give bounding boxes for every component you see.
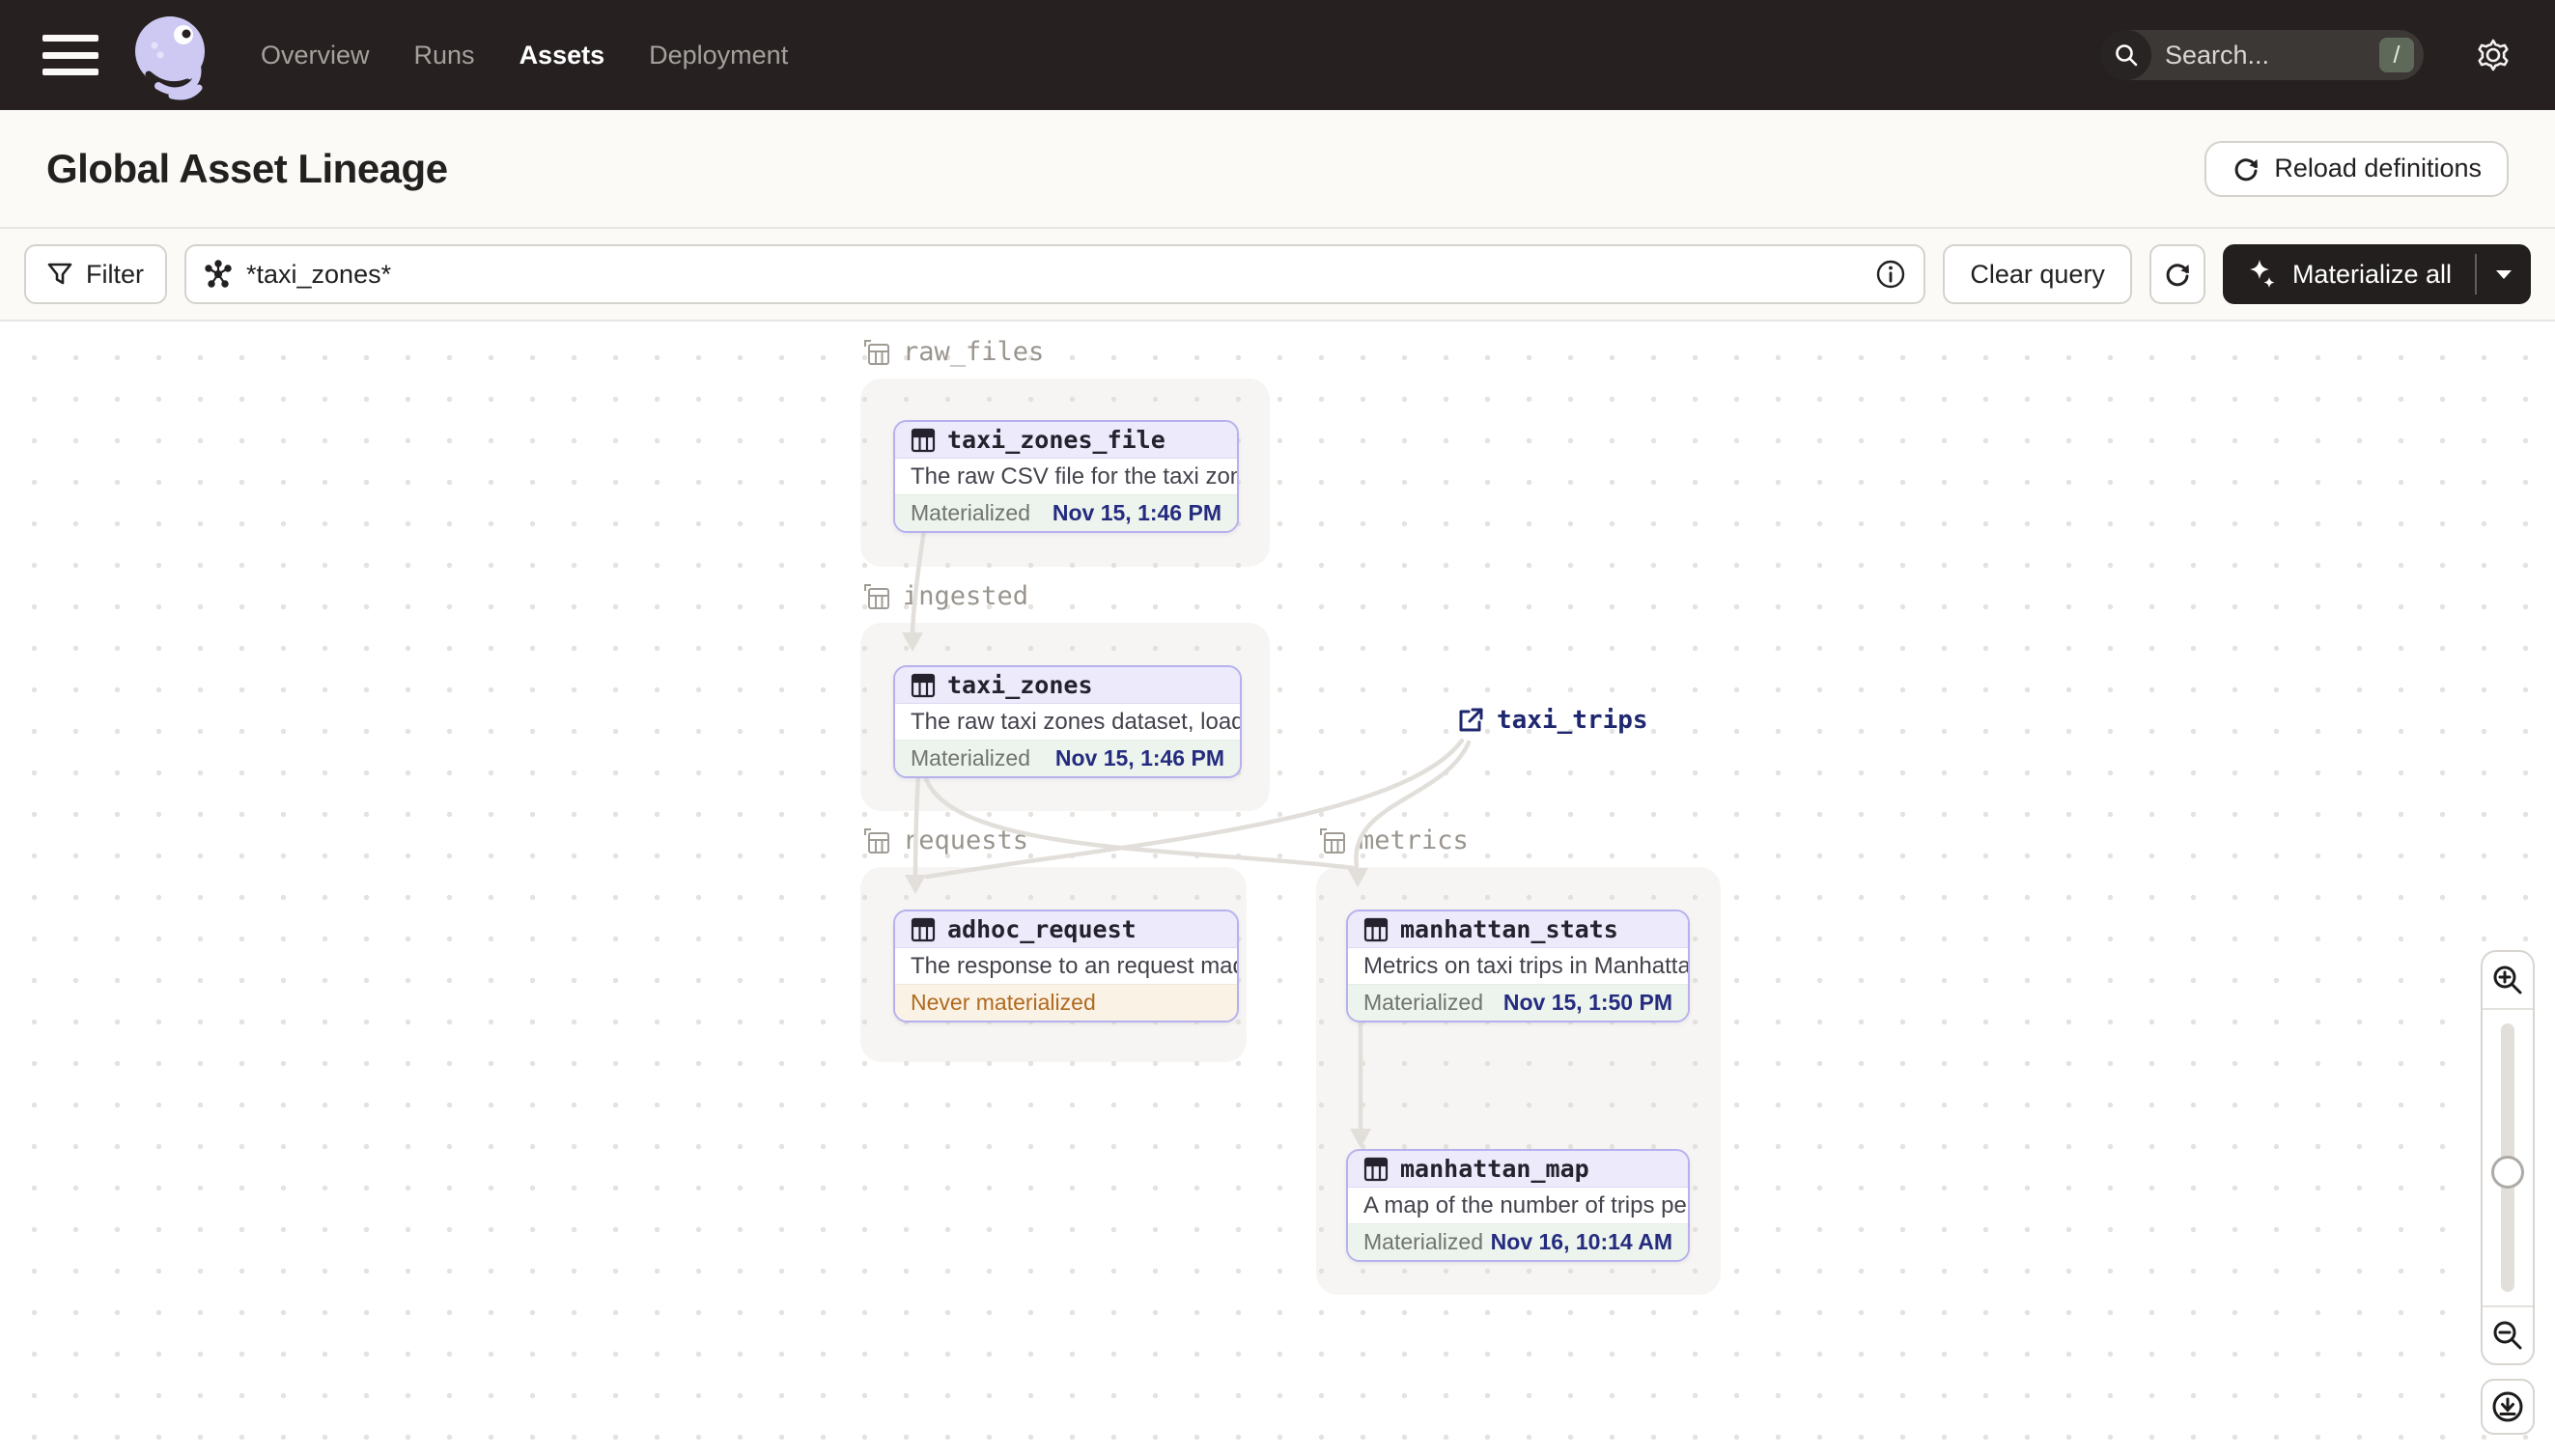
- materialize-all-button[interactable]: Materialize all: [2223, 244, 2475, 304]
- refresh-icon: [2234, 157, 2259, 181]
- group-tables-icon: [864, 339, 889, 365]
- table-icon: [911, 917, 936, 941]
- filter-button[interactable]: Filter: [24, 244, 167, 304]
- sparkle-icon: [2249, 260, 2275, 288]
- status-label: Never materialized: [911, 990, 1096, 1015]
- zoom-controls: [2481, 950, 2535, 1365]
- table-icon: [911, 428, 936, 452]
- zoom-out-icon: [2493, 1321, 2522, 1350]
- asset-node-taxi-zones[interactable]: taxi_zones The raw taxi zones dataset, l…: [893, 665, 1242, 778]
- filter-funnel-icon: [47, 263, 72, 285]
- materialize-all-split-button: Materialize all: [2222, 244, 2531, 304]
- refresh-icon: [2166, 264, 2189, 287]
- asset-status-row: Never materialized: [895, 984, 1237, 1021]
- nav-links: Overview Runs Assets Deployment: [261, 41, 788, 70]
- page-header: Global Asset Lineage Reload definitions: [0, 110, 2555, 229]
- search-icon: [2101, 30, 2151, 80]
- asset-selection-input[interactable]: *taxi_zones*: [184, 244, 1926, 304]
- search-placeholder: Search...: [2165, 40, 2270, 70]
- nav-item-deployment[interactable]: Deployment: [649, 41, 788, 70]
- asset-status-row: Materialized Nov 15, 1:46 PM: [895, 740, 1240, 776]
- graph-selector-icon: [205, 260, 232, 288]
- info-icon[interactable]: [1875, 259, 1906, 290]
- nav-item-runs[interactable]: Runs: [414, 41, 475, 70]
- zoom-in-icon: [2493, 966, 2522, 994]
- asset-description: The raw taxi zones dataset, loaded int..…: [911, 708, 1240, 735]
- table-icon: [1363, 1157, 1389, 1181]
- nav-item-assets[interactable]: Assets: [519, 41, 605, 70]
- asset-description: A map of the number of trips per taxi z.…: [1363, 1191, 1688, 1218]
- asset-name: taxi_zones_file: [947, 426, 1165, 454]
- status-label: Materialized: [911, 745, 1030, 770]
- external-asset-taxi-trips[interactable]: taxi_trips: [1456, 706, 1648, 735]
- search-input[interactable]: Search... /: [2101, 30, 2424, 80]
- materialize-options-caret[interactable]: [2477, 244, 2531, 304]
- group-label-raw-files[interactable]: raw_files: [862, 337, 1044, 367]
- group-label-ingested[interactable]: ingested: [862, 581, 1028, 611]
- menu-icon[interactable]: [42, 35, 98, 75]
- asset-name: manhattan_map: [1400, 1155, 1589, 1183]
- status-label: Materialized: [1363, 1229, 1483, 1254]
- group-label-metrics[interactable]: metrics: [1318, 826, 1469, 855]
- page-title: Global Asset Lineage: [46, 145, 448, 191]
- asset-status-row: Materialized Nov 16, 10:14 AM: [1348, 1223, 1688, 1260]
- asset-node-manhattan-map[interactable]: manhattan_map A map of the number of tri…: [1346, 1149, 1690, 1262]
- zoom-slider-handle[interactable]: [2491, 1156, 2524, 1189]
- download-icon: [2492, 1391, 2523, 1422]
- nav-item-overview[interactable]: Overview: [261, 41, 370, 70]
- download-graph-button[interactable]: [2481, 1379, 2535, 1435]
- materialize-all-label: Materialize all: [2291, 259, 2452, 289]
- asset-node-taxi-zones-file[interactable]: taxi_zones_file The raw CSV file for the…: [893, 420, 1239, 533]
- reload-definitions-label: Reload definitions: [2274, 154, 2482, 182]
- status-label: Materialized: [911, 500, 1030, 525]
- asset-node-adhoc-request[interactable]: adhoc_request The response to an request…: [893, 910, 1239, 1022]
- table-icon: [1363, 917, 1389, 941]
- asset-description: The response to an request made in th...: [911, 952, 1237, 979]
- status-timestamp[interactable]: Nov 15, 1:46 PM: [1055, 745, 1224, 771]
- group-tables-icon: [864, 583, 889, 609]
- reload-definitions-button[interactable]: Reload definitions: [2204, 140, 2509, 197]
- status-timestamp[interactable]: Nov 16, 10:14 AM: [1491, 1229, 1672, 1255]
- lineage-toolbar: Filter *taxi_zones* Clear query Material…: [0, 229, 2555, 322]
- lineage-canvas[interactable]: raw_files ingested requests metrics taxi…: [0, 322, 2555, 1456]
- asset-selection-value: *taxi_zones*: [246, 259, 392, 289]
- lineage-edges: [902, 527, 1472, 1148]
- status-label: Materialized: [1363, 990, 1483, 1015]
- dagster-logo-icon[interactable]: [129, 9, 211, 101]
- asset-status-row: Materialized Nov 15, 1:46 PM: [895, 494, 1237, 531]
- asset-name: adhoc_request: [947, 915, 1137, 943]
- external-link-icon: [1459, 708, 1483, 732]
- table-icon: [911, 673, 936, 697]
- asset-description: The raw CSV file for the taxi zones dat.…: [911, 462, 1237, 490]
- filter-label: Filter: [86, 259, 144, 289]
- status-timestamp[interactable]: Nov 15, 1:50 PM: [1503, 990, 1672, 1016]
- asset-status-row: Materialized Nov 15, 1:50 PM: [1348, 984, 1688, 1021]
- asset-name: manhattan_stats: [1400, 915, 1618, 943]
- group-tables-icon: [864, 827, 889, 854]
- zoom-in-button[interactable]: [2483, 952, 2533, 1010]
- clear-query-label: Clear query: [1970, 259, 2105, 289]
- zoom-out-button[interactable]: [2483, 1305, 2533, 1363]
- refresh-graph-button[interactable]: [2148, 244, 2205, 304]
- clear-query-button[interactable]: Clear query: [1943, 244, 2132, 304]
- group-tables-icon: [1320, 827, 1345, 854]
- status-timestamp[interactable]: Nov 15, 1:46 PM: [1053, 500, 1221, 526]
- asset-node-manhattan-stats[interactable]: manhattan_stats Metrics on taxi trips in…: [1346, 910, 1690, 1022]
- chevron-down-icon: [2496, 270, 2512, 279]
- search-shortcut-badge: /: [2379, 38, 2414, 72]
- group-label-requests[interactable]: requests: [862, 826, 1028, 855]
- settings-gear-icon[interactable]: [2474, 36, 2513, 74]
- asset-description: Metrics on taxi trips in Manhattan: [1363, 952, 1690, 979]
- asset-name: taxi_zones: [947, 671, 1093, 699]
- top-nav: Overview Runs Assets Deployment Search..…: [0, 0, 2555, 110]
